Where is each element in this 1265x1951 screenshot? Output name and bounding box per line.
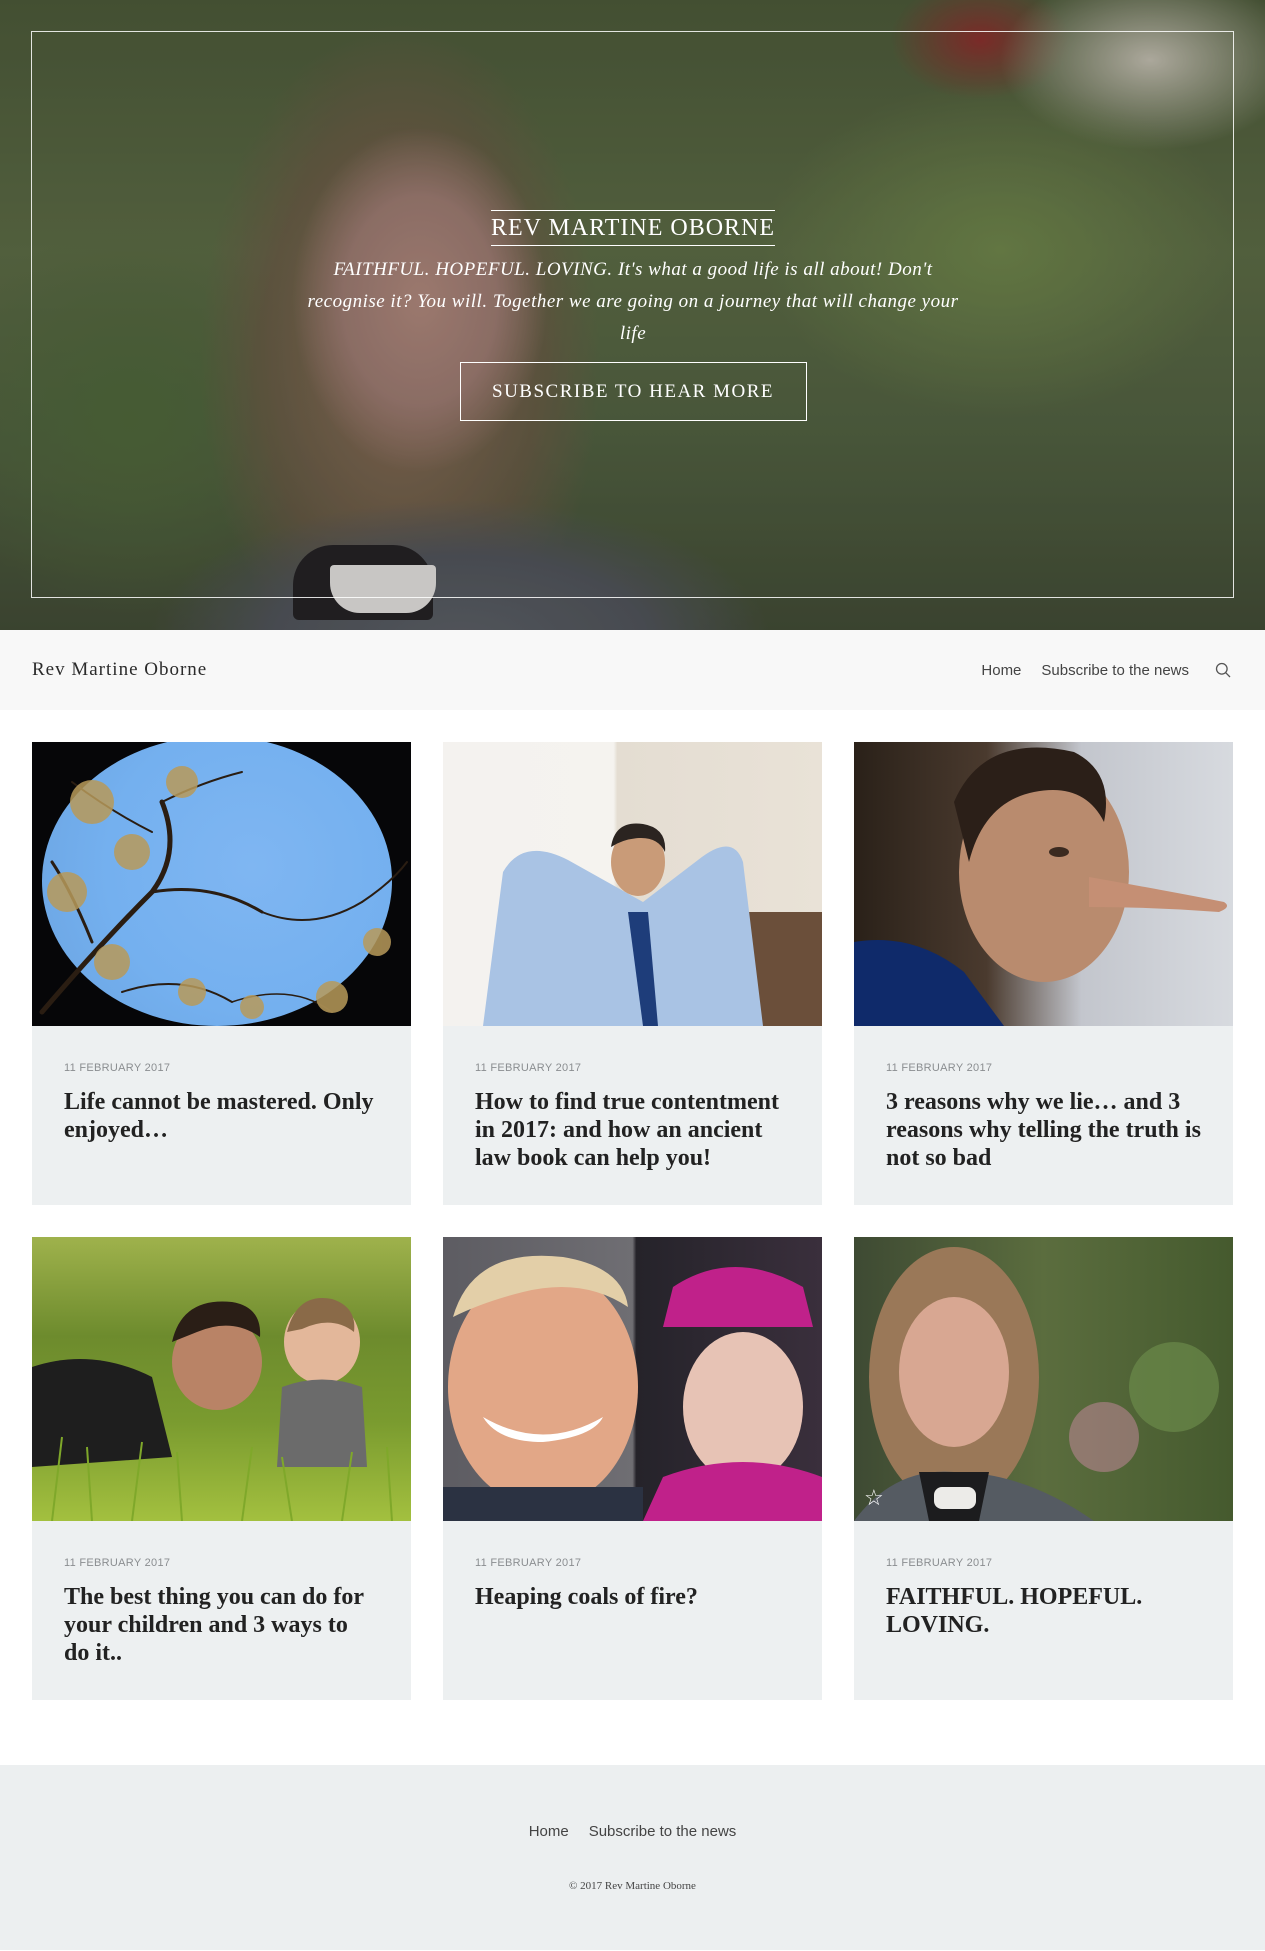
post-image-father-baby[interactable] [32, 1237, 411, 1521]
site-header: Rev Martine Oborne Home Subscribe to the… [0, 630, 1265, 710]
post-image-tree-canopy[interactable] [32, 742, 411, 1026]
search-icon[interactable] [1213, 660, 1233, 680]
post-title[interactable]: 3 reasons why we lie… and 3 reasons why … [886, 1088, 1201, 1172]
post-title[interactable]: FAITHFUL. HOPEFUL. LOVING. [886, 1583, 1201, 1639]
subscribe-button[interactable]: SUBSCRIBE TO HEAR MORE [459, 362, 807, 421]
post-title[interactable]: Life cannot be mastered. Only enjoyed… [64, 1088, 379, 1144]
post-image-man-long-nose[interactable] [854, 742, 1233, 1026]
post-card[interactable]: 11 FEBRUARY 2017 Life cannot be mastered… [32, 742, 411, 1205]
post-card[interactable]: 11 FEBRUARY 2017 3 reasons why we lie… a… [854, 742, 1233, 1205]
site-footer: Home Subscribe to the news © 2017 Rev Ma… [0, 1765, 1265, 1950]
hero-title[interactable]: REV MARTINE OBORNE [490, 210, 776, 246]
footer-nav-subscribe[interactable]: Subscribe to the news [589, 1823, 737, 1840]
post-date: 11 FEBRUARY 2017 [475, 1062, 582, 1074]
post-card[interactable]: 11 FEBRUARY 2017 How to find true conten… [443, 742, 822, 1205]
post-card[interactable]: ☆ 11 FEBRUARY 2017 FAITHFUL. HOPEFUL. LO… [854, 1237, 1233, 1700]
posts-grid: 11 FEBRUARY 2017 Life cannot be mastered… [0, 710, 1265, 1700]
post-image-politician-queen[interactable] [443, 1237, 822, 1521]
post-date: 11 FEBRUARY 2017 [475, 1557, 582, 1569]
hero-banner: REV MARTINE OBORNE FAITHFUL. HOPEFUL. LO… [0, 0, 1265, 630]
footer-nav-home[interactable]: Home [529, 1823, 569, 1840]
post-title[interactable]: Heaping coals of fire? [475, 1583, 790, 1611]
post-image-relaxed-businessman[interactable] [443, 742, 822, 1026]
post-card[interactable]: 11 FEBRUARY 2017 Heaping coals of fire? [443, 1237, 822, 1700]
hero-content: REV MARTINE OBORNE FAITHFUL. HOPEFUL. LO… [300, 210, 966, 421]
post-date: 11 FEBRUARY 2017 [64, 1062, 171, 1074]
footer-nav: Home Subscribe to the news [0, 1823, 1265, 1840]
post-date: 11 FEBRUARY 2017 [886, 1062, 993, 1074]
site-name[interactable]: Rev Martine Oborne [32, 659, 207, 681]
post-image-reverend-portrait[interactable]: ☆ [854, 1237, 1233, 1521]
hero-tagline: FAITHFUL. HOPEFUL. LOVING. It's what a g… [307, 259, 959, 344]
post-title[interactable]: How to find true contentment in 2017: an… [475, 1088, 790, 1172]
star-icon: ☆ [864, 1485, 884, 1510]
main-nav: Home Subscribe to the news [961, 660, 1233, 680]
nav-home[interactable]: Home [981, 662, 1021, 679]
post-date: 11 FEBRUARY 2017 [886, 1557, 993, 1569]
nav-subscribe[interactable]: Subscribe to the news [1041, 662, 1189, 679]
copyright: © 2017 Rev Martine Oborne [569, 1880, 696, 1892]
post-title[interactable]: The best thing you can do for your child… [64, 1583, 379, 1667]
post-date: 11 FEBRUARY 2017 [64, 1557, 171, 1569]
post-card[interactable]: 11 FEBRUARY 2017 The best thing you can … [32, 1237, 411, 1700]
